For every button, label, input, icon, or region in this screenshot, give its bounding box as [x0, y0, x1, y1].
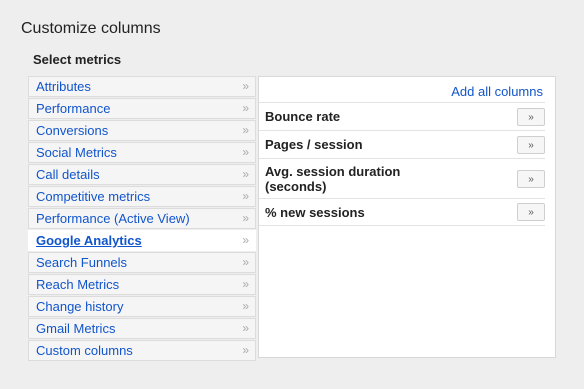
- chevron-right-icon: »: [242, 123, 249, 137]
- metric-row-bounce-rate: Bounce rate »: [259, 102, 545, 130]
- chevron-right-icon: »: [242, 79, 249, 93]
- metrics-panel: Add all columns Bounce rate » Pages / se…: [258, 76, 556, 358]
- chevron-right-icon: »: [242, 299, 249, 313]
- category-social-metrics[interactable]: Social Metrics »: [28, 142, 256, 163]
- category-label: Attributes: [36, 79, 91, 94]
- chevron-right-icon: »: [242, 321, 249, 335]
- select-metrics-heading: Select metrics: [33, 52, 122, 67]
- add-metric-button[interactable]: »: [517, 169, 545, 188]
- chevron-right-icon: »: [242, 277, 249, 291]
- category-label: Conversions: [36, 123, 109, 138]
- chevron-right-icon: »: [242, 343, 249, 357]
- category-label: Gmail Metrics: [36, 321, 116, 336]
- chevron-right-icon: »: [242, 101, 249, 115]
- chevron-right-icon: »: [242, 145, 249, 159]
- category-label: Performance: [36, 101, 111, 116]
- category-label: Google Analytics: [36, 233, 142, 248]
- metric-category-list: Attributes » Performance » Conversions »…: [28, 76, 256, 362]
- add-metric-button[interactable]: »: [517, 107, 545, 126]
- metric-label: Pages / session: [265, 137, 363, 152]
- category-search-funnels[interactable]: Search Funnels »: [28, 252, 256, 273]
- category-call-details[interactable]: Call details »: [28, 164, 256, 185]
- category-gmail-metrics[interactable]: Gmail Metrics »: [28, 318, 256, 339]
- metric-list: Bounce rate » Pages / session » Avg. ses…: [259, 102, 545, 226]
- category-label: Custom columns: [36, 343, 133, 358]
- add-metric-button[interactable]: »: [517, 203, 545, 221]
- category-label: Reach Metrics: [36, 277, 120, 292]
- metric-row-pages-per-session: Pages / session »: [259, 130, 545, 158]
- category-label: Call details: [36, 167, 100, 182]
- category-label: Social Metrics: [36, 145, 117, 160]
- category-performance-active-view[interactable]: Performance (Active View) »: [28, 208, 256, 229]
- category-reach-metrics[interactable]: Reach Metrics »: [28, 274, 256, 295]
- chevron-right-icon: »: [242, 255, 249, 269]
- chevron-right-icon: »: [242, 211, 249, 225]
- category-label: Search Funnels: [36, 255, 128, 270]
- metric-row-new-sessions: % new sessions »: [259, 198, 545, 226]
- category-label: Competitive metrics: [36, 189, 151, 204]
- metric-row-avg-session-duration: Avg. session duration (seconds) »: [259, 158, 545, 198]
- category-label: Performance (Active View): [36, 211, 190, 226]
- chevron-right-icon: »: [242, 233, 249, 247]
- metric-label: Bounce rate: [265, 109, 341, 124]
- dialog-title: Customize columns: [21, 20, 161, 37]
- chevron-right-icon: »: [242, 189, 249, 203]
- chevron-right-icon: »: [242, 167, 249, 181]
- category-competitive-metrics[interactable]: Competitive metrics »: [28, 186, 256, 207]
- category-custom-columns[interactable]: Custom columns »: [28, 340, 256, 361]
- category-label: Change history: [36, 299, 124, 314]
- category-performance[interactable]: Performance »: [28, 98, 256, 119]
- category-attributes[interactable]: Attributes »: [28, 76, 256, 97]
- category-google-analytics[interactable]: Google Analytics »: [28, 230, 256, 251]
- metric-label: % new sessions: [265, 205, 365, 220]
- category-change-history[interactable]: Change history »: [28, 296, 256, 317]
- category-conversions[interactable]: Conversions »: [28, 120, 256, 141]
- customize-columns-dialog: Customize columns Select metrics Attribu…: [0, 0, 584, 389]
- add-all-columns-link[interactable]: Add all columns: [451, 84, 543, 99]
- metric-label: Avg. session duration (seconds): [265, 164, 401, 194]
- add-metric-button[interactable]: »: [517, 135, 545, 154]
